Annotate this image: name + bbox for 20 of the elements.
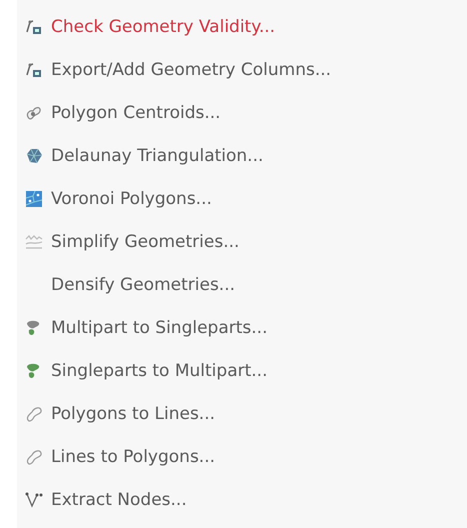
menu-item[interactable]: Densify Geometries... [17, 263, 467, 306]
menu-item[interactable]: Multipart to Singleparts... [17, 306, 467, 349]
nodes-icon [25, 490, 43, 508]
menu-item[interactable]: Voronoi Polygons... [17, 177, 467, 220]
menu-item[interactable]: Simplify Geometries... [17, 220, 467, 263]
tool-icon [25, 18, 43, 36]
menu-item[interactable]: Export/Add Geometry Columns... [17, 48, 467, 91]
menu-item[interactable]: Lines to Polygons... [17, 435, 467, 478]
triangulation-icon [25, 146, 43, 164]
menu-item[interactable]: Singleparts to Multipart... [17, 349, 467, 392]
polygon-outline-icon [25, 404, 43, 422]
menu-item[interactable]: Polygon Centroids... [17, 91, 467, 134]
simplify-icon [25, 232, 43, 250]
menu-item[interactable]: Polygons to Lines... [17, 392, 467, 435]
menu-item[interactable]: Delaunay Triangulation... [17, 134, 467, 177]
menu-item[interactable]: Extract Nodes... [17, 478, 467, 521]
tool-icon [25, 60, 43, 78]
menu-item[interactable]: Check Geometry Validity... [17, 5, 467, 48]
polygon-outline-icon [25, 448, 43, 466]
voronoi-icon [25, 190, 43, 208]
